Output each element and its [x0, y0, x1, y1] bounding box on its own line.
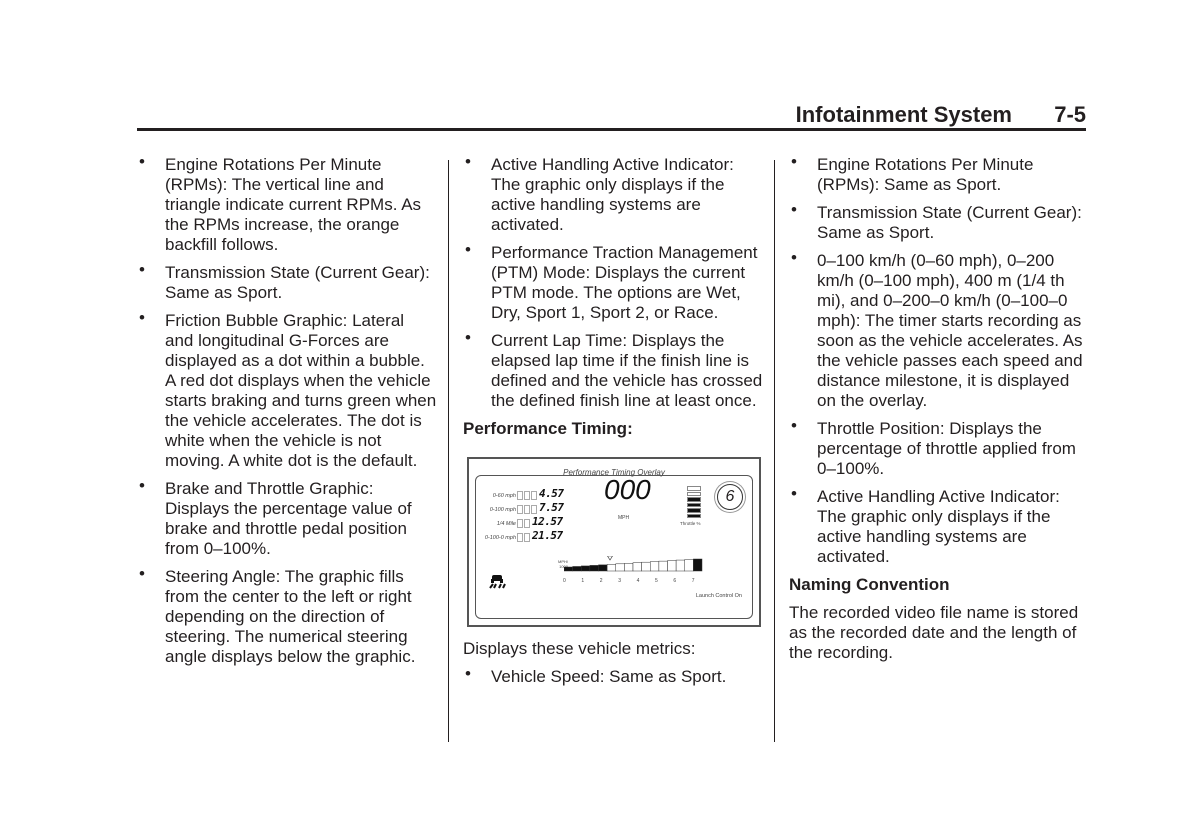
rpm-tick-label: 3: [618, 578, 621, 584]
list-item-text: Engine Rotations Per Minute (RPMs): Same…: [817, 155, 1034, 194]
list-item: • Engine Rotations Per Minute (RPMs): The…: [137, 152, 437, 255]
rpm-bar-segment: [589, 565, 599, 572]
bullet-icon: •: [139, 152, 145, 171]
throttle-bar-segment: [687, 508, 701, 513]
bullet-icon: •: [139, 308, 145, 327]
rpm-bar-segment: [693, 558, 703, 572]
rpm-bar-segment: [675, 559, 685, 572]
list-item-text: Active Handling Active Indicator: The gr…: [491, 155, 734, 234]
list-item: • Steering Angle: The graphic fills from …: [137, 564, 437, 667]
rpm-bar-graph: [564, 556, 703, 572]
column-1: • Engine Rotations Per Minute (RPMs): The…: [137, 152, 437, 675]
page-number: 7-5: [1054, 102, 1086, 127]
throttle-bar-segment: [687, 497, 701, 502]
rpm-tick-label: 2: [599, 578, 603, 584]
list-item-text: Friction Bubble Graphic: Lateral and lon…: [165, 311, 437, 470]
bullet-icon: •: [139, 260, 145, 279]
rpm-bar-segment: [632, 562, 642, 572]
list-item-text: 0–100 km/h (0–60 mph), 0–200 km/h (0–100…: [817, 251, 1083, 410]
rpm-bar-segment: [684, 559, 694, 572]
throttle-label: Throttle %: [680, 521, 701, 526]
list-item: • Active Handling Active Indicator: The g…: [789, 484, 1089, 567]
bullet-icon: •: [791, 200, 797, 219]
list-item-text: Current Lap Time: Displays the elapsed l…: [491, 331, 763, 410]
bullet-icon: •: [791, 484, 797, 503]
bullet-icon: •: [465, 240, 471, 259]
rpm-bar-segment: [615, 563, 625, 572]
bullet-icon: •: [139, 564, 145, 583]
speed-readout: 000: [604, 474, 651, 505]
timer-value: 21.57: [532, 529, 563, 542]
column-divider: [448, 160, 449, 742]
column-3: • Engine Rotations Per Minute (RPMs): Sam…: [789, 152, 1089, 671]
list-item-text: Active Handling Active Indicator: The gr…: [817, 487, 1060, 566]
list-item-text: Vehicle Speed: Same as Sport.: [491, 667, 727, 686]
rpm-tick-label: 7: [691, 578, 695, 584]
list-item: • Throttle Position: Displays the percent…: [789, 416, 1089, 479]
rpm-bar-segment: [650, 561, 660, 572]
column-2: • Active Handling Active Indicator: The g…: [463, 152, 763, 695]
section-heading: Performance Timing:: [463, 419, 633, 438]
list-item: • Performance Traction Management (PTM) M…: [463, 240, 763, 323]
rpm-bar-segment: [658, 560, 668, 572]
list-item-text: Transmission State (Current Gear): Same …: [817, 203, 1082, 242]
throttle-bar-segment: [687, 502, 701, 507]
list-item: • Transmission State (Current Gear): Same…: [137, 260, 437, 303]
bullet-icon: •: [465, 664, 471, 683]
page-header: Infotainment System 7-5: [137, 100, 1086, 132]
metrics-intro: Displays these vehicle metrics:: [463, 639, 696, 658]
list-item: • Active Handling Active Indicator: The g…: [463, 152, 763, 235]
rpm-bar-segment: [641, 561, 651, 572]
list-item: • 0–100 km/h (0–60 mph), 0–200 km/h (0–10…: [789, 248, 1089, 411]
bullet-icon: •: [139, 476, 145, 495]
bullet-icon: •: [465, 152, 471, 171]
list-item-text: Steering Angle: The graphic fills from t…: [165, 567, 416, 666]
list-item: • Friction Bubble Graphic: Lateral and lo…: [137, 308, 437, 471]
speed-unit: MPH: [618, 515, 630, 521]
rpm-tick-label: 0: [563, 578, 566, 584]
traction-control-icon: [488, 574, 506, 595]
rpm-tick-label: 5: [655, 578, 658, 584]
timer-row: 0-100-0 mph 21.57: [478, 526, 566, 548]
rpm-bar-segment: [572, 566, 582, 572]
section-title: Infotainment System: [795, 102, 1012, 127]
list-item: • Brake and Throttle Graphic: Displays th…: [137, 476, 437, 559]
column-divider: [774, 160, 775, 742]
overlay-screen: 0-60 mph 4.57 0-100 mph 7.57 1/4 Mile 12.57…: [475, 475, 753, 619]
launch-control-status: Launch Control On: [695, 593, 742, 599]
timer-label: 0-100-0 mph: [484, 535, 516, 541]
throttle-bar-segment: [687, 486, 701, 491]
bullet-icon: •: [791, 248, 797, 267]
throttle-bar-segment: [687, 491, 701, 496]
list-item: • Current Lap Time: Displays the elapsed …: [463, 328, 763, 411]
bullet-icon: •: [465, 328, 471, 347]
list-item-text: Transmission State (Current Gear): Same …: [165, 263, 430, 302]
list-item-text: Brake and Throttle Graphic: Displays the…: [165, 479, 412, 558]
rpm-bar-segment: [624, 563, 634, 572]
bullet-icon: •: [791, 416, 797, 435]
rpm-pointer-icon: [607, 556, 613, 561]
performance-timing-overlay-figure: Performance Timing Overlay 0-60 mph 4.57 …: [467, 457, 761, 627]
list-item: • Vehicle Speed: Same as Sport.: [463, 664, 763, 687]
rpm-bar-segment: [667, 560, 677, 572]
bullet-icon: •: [791, 152, 797, 171]
rpm-tick-label: 4: [636, 578, 640, 584]
list-item: • Transmission State (Current Gear): Same…: [789, 200, 1089, 243]
section-heading: Naming Convention: [789, 575, 950, 594]
list-item-text: Throttle Position: Displays the percenta…: [817, 419, 1076, 478]
rpm-tick-label: 6: [673, 578, 677, 584]
paragraph: The recorded video file name is stored a…: [789, 603, 1079, 662]
rpm-tick-label: 1: [581, 578, 585, 584]
list-item: • Engine Rotations Per Minute (RPMs): Sam…: [789, 152, 1089, 195]
list-item-text: Engine Rotations Per Minute (RPMs): The …: [165, 155, 422, 254]
header-rule: [137, 128, 1086, 131]
rpm-bar-segment: [606, 564, 616, 572]
list-item-text: Performance Traction Management (PTM) Mo…: [491, 243, 758, 322]
gear-indicator: 6: [717, 484, 743, 510]
